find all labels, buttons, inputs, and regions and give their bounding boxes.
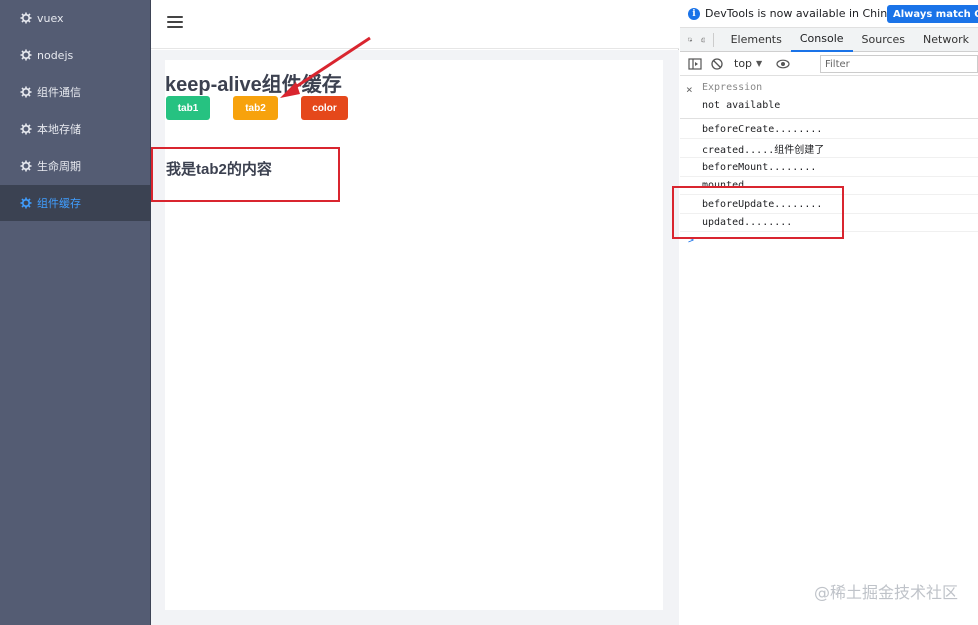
sidebar-item-label: 本地存储: [37, 123, 81, 136]
color-button[interactable]: color: [301, 96, 348, 120]
tab-network[interactable]: Network: [914, 28, 978, 52]
console-log-line: beforeCreate........: [680, 120, 978, 139]
close-icon[interactable]: ×: [686, 83, 693, 96]
console-log-line: beforeUpdate........: [680, 195, 978, 214]
context-select-value: top: [734, 57, 753, 70]
screen: vuex nodejs 组件通信 本地存储 生命周期 组件缓存 keep-ali…: [0, 0, 978, 625]
sidebar-item-local-storage[interactable]: 本地存储: [0, 111, 151, 147]
watermark: @稀土掘金技术社区: [813, 583, 958, 602]
console-log-line: updated........: [680, 213, 978, 232]
sidebar: vuex nodejs 组件通信 本地存储 生命周期 组件缓存: [0, 0, 151, 625]
sidebar-item-label: 组件缓存: [37, 197, 81, 210]
sidebar-item-lifecycle[interactable]: 生命周期: [0, 148, 151, 184]
sidebar-item-label: 生命周期: [37, 160, 81, 173]
devtools-info-bar: i DevTools is now available in Chinese! …: [680, 0, 978, 28]
gear-icon: [20, 123, 32, 135]
expression-label: Expression: [702, 82, 763, 93]
devtools-tabs: Elements Console Sources Network: [680, 28, 978, 52]
gear-icon: [20, 12, 32, 24]
page-title: keep-alive组件缓存: [165, 74, 342, 96]
always-match-button[interactable]: Always match Chr: [887, 5, 978, 23]
live-expression: × Expression not available: [680, 77, 978, 119]
devtools-panel: i DevTools is now available in Chinese! …: [680, 0, 978, 625]
tab-sources[interactable]: Sources: [853, 28, 915, 52]
console-toolbar: top ▼ Filter: [680, 52, 978, 76]
sidebar-item-nodejs[interactable]: nodejs: [0, 37, 151, 73]
sidebar-item-label: 组件通信: [37, 86, 81, 99]
sidebar-item-component-communication[interactable]: 组件通信: [0, 74, 151, 110]
filter-input[interactable]: Filter: [820, 55, 978, 73]
expression-value: not available: [702, 100, 781, 111]
info-icon: i: [688, 7, 700, 20]
content-panel: keep-alive组件缓存 tab1 tab2 color 我是tab2的内容: [165, 60, 663, 610]
inspect-element-icon[interactable]: [688, 33, 693, 47]
device-toolbar-icon[interactable]: [700, 33, 706, 47]
context-select[interactable]: top ▼: [734, 57, 762, 70]
app-body: keep-alive组件缓存 tab1 tab2 color 我是tab2的内容: [151, 50, 679, 625]
gear-icon: [20, 49, 32, 61]
gear-icon: [20, 197, 32, 209]
tab-content-text: 我是tab2的内容: [166, 161, 272, 178]
console-log-line: mounted........: [680, 176, 978, 195]
clear-console-icon[interactable]: [710, 57, 724, 71]
sidebar-item-label: nodejs: [37, 48, 74, 62]
chevron-down-icon: ▼: [756, 59, 763, 68]
sidebar-toggle-icon[interactable]: [688, 57, 702, 71]
console-prompt[interactable]: >: [688, 235, 694, 246]
tab2-button[interactable]: tab2: [233, 96, 278, 120]
gear-icon: [20, 86, 32, 98]
sidebar-item-label: vuex: [37, 11, 64, 25]
tab1-button[interactable]: tab1: [166, 96, 210, 120]
info-text: DevTools is now available in Chinese!: [705, 7, 911, 20]
console-log-line: beforeMount........: [680, 158, 978, 177]
app-header: [151, 0, 679, 49]
sidebar-item-component-cache[interactable]: 组件缓存: [0, 185, 151, 221]
console-log-line: created.....组件创建了: [680, 139, 978, 158]
gear-icon: [20, 160, 32, 172]
tab-elements[interactable]: Elements: [722, 28, 791, 52]
eye-icon[interactable]: [776, 57, 790, 71]
menu-toggle-icon[interactable]: [167, 16, 183, 30]
tab-console[interactable]: Console: [790, 28, 853, 52]
sidebar-item-vuex[interactable]: vuex: [0, 0, 151, 36]
main-app: keep-alive组件缓存 tab1 tab2 color 我是tab2的内容: [151, 0, 679, 625]
